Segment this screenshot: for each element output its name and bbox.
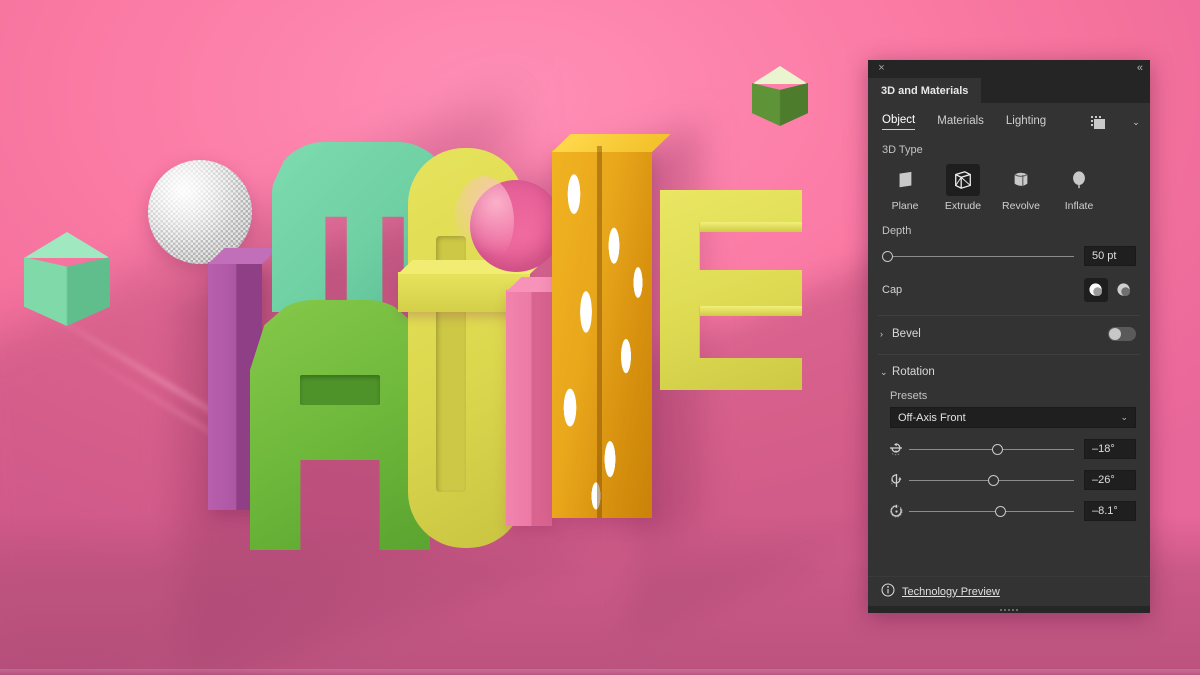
type-option-inflate[interactable]: Inflate — [1058, 164, 1100, 212]
rotation-z-slider[interactable] — [909, 504, 1074, 518]
cap-solid-icon[interactable] — [1084, 278, 1108, 302]
rotation-y-input[interactable]: –26° — [1084, 470, 1136, 490]
subtab-object[interactable]: Object — [882, 114, 916, 130]
rotation-y-row: –26° — [868, 459, 1150, 490]
chevron-down-icon: ⌄ — [880, 366, 888, 377]
technology-preview-link[interactable]: Technology Preview — [902, 586, 1000, 598]
depth-value-input[interactable]: 50 pt — [1084, 246, 1136, 266]
rotation-y-knob[interactable] — [988, 474, 1000, 486]
extrude-icon — [946, 164, 980, 196]
rotation-z-input[interactable]: –8.1° — [1084, 501, 1136, 521]
bevel-toggle[interactable] — [1108, 327, 1136, 341]
panel-footer: Technology Preview — [868, 576, 1150, 606]
depth-slider-track — [882, 255, 1074, 257]
rotate-y-icon — [888, 472, 905, 489]
green-cube-left — [24, 232, 110, 326]
revolve-icon — [1004, 164, 1038, 196]
render-preview-icon[interactable] — [1090, 115, 1106, 130]
chevron-down-icon: ⌄ — [1120, 412, 1128, 422]
rotation-z-row: –8.1° — [868, 490, 1150, 521]
depth-control-row: 50 pt — [868, 246, 1150, 266]
bevel-section-header[interactable]: › Bevel — [868, 316, 1150, 341]
panel-resize-grip[interactable] — [868, 606, 1150, 613]
panel-subtab-bar: Object Materials Lighting ⌄ — [868, 103, 1150, 130]
plane-icon — [888, 164, 922, 196]
subtab-materials[interactable]: Materials — [937, 115, 984, 130]
green-cube-right — [752, 66, 808, 126]
rotation-label: Rotation — [892, 366, 935, 378]
depth-slider-knob[interactable] — [882, 250, 893, 262]
panel-tab-strip: 3D and Materials — [868, 78, 1150, 103]
type-option-label: Inflate — [1064, 200, 1094, 212]
3d-type-options: Plane Extrude Revolve Inflate — [868, 156, 1150, 212]
rotation-z-track — [909, 510, 1074, 512]
tab-3d-and-materials[interactable]: 3D and Materials — [868, 78, 982, 103]
cap-control-row: Cap — [868, 278, 1150, 302]
section-label-3d-type: 3D Type — [882, 144, 923, 156]
close-icon[interactable]: × — [876, 63, 887, 74]
rotation-x-input[interactable]: –18° — [1084, 439, 1136, 459]
rotate-x-icon — [888, 441, 905, 458]
rotate-z-icon — [888, 503, 905, 520]
info-icon[interactable] — [881, 583, 895, 600]
type-option-plane[interactable]: Plane — [884, 164, 926, 212]
cap-label: Cap — [882, 284, 903, 296]
rotation-section-header[interactable]: ⌄ Rotation — [868, 355, 1150, 378]
type-option-label: Extrude — [944, 200, 982, 212]
panel-titlebar: × « — [868, 60, 1150, 78]
letter-e — [634, 190, 802, 402]
type-option-label: Revolve — [1002, 200, 1040, 212]
letter-a — [220, 300, 430, 566]
type-option-label: Plane — [891, 200, 919, 212]
panel-body: Object Materials Lighting ⌄ 3D Type Plan… — [868, 103, 1150, 576]
rotation-x-slider[interactable] — [909, 442, 1074, 456]
bevel-label: Bevel — [892, 328, 921, 340]
collapse-panel-icon[interactable]: « — [1137, 62, 1143, 74]
flame-pattern-column — [552, 146, 652, 518]
scene-floor-edge — [0, 669, 1200, 675]
3d-and-materials-panel: × « 3D and Materials Object Materials Li… — [868, 60, 1150, 613]
type-option-revolve[interactable]: Revolve — [1000, 164, 1042, 212]
rotation-z-knob[interactable] — [994, 505, 1006, 517]
depth-slider[interactable] — [882, 249, 1074, 263]
rotation-x-knob[interactable] — [991, 443, 1003, 455]
type-option-extrude[interactable]: Extrude — [942, 164, 984, 212]
inflate-icon — [1062, 164, 1096, 196]
pink-sphere — [454, 176, 562, 272]
section-label-depth: Depth — [882, 225, 912, 237]
subtab-lighting[interactable]: Lighting — [1006, 115, 1046, 130]
rotation-preset-value: Off-Axis Front — [898, 411, 966, 424]
presets-label: Presets — [890, 390, 928, 402]
cap-options — [1084, 278, 1136, 302]
pink-slab — [506, 290, 552, 526]
chevron-right-icon: › — [880, 329, 883, 339]
chevron-down-icon[interactable]: ⌄ — [1132, 117, 1140, 128]
rotation-y-slider[interactable] — [909, 473, 1074, 487]
rotation-preset-select[interactable]: Off-Axis Front ⌄ — [890, 407, 1136, 428]
cap-hollow-icon[interactable] — [1112, 278, 1136, 302]
rotation-x-row: –18° — [868, 428, 1150, 459]
